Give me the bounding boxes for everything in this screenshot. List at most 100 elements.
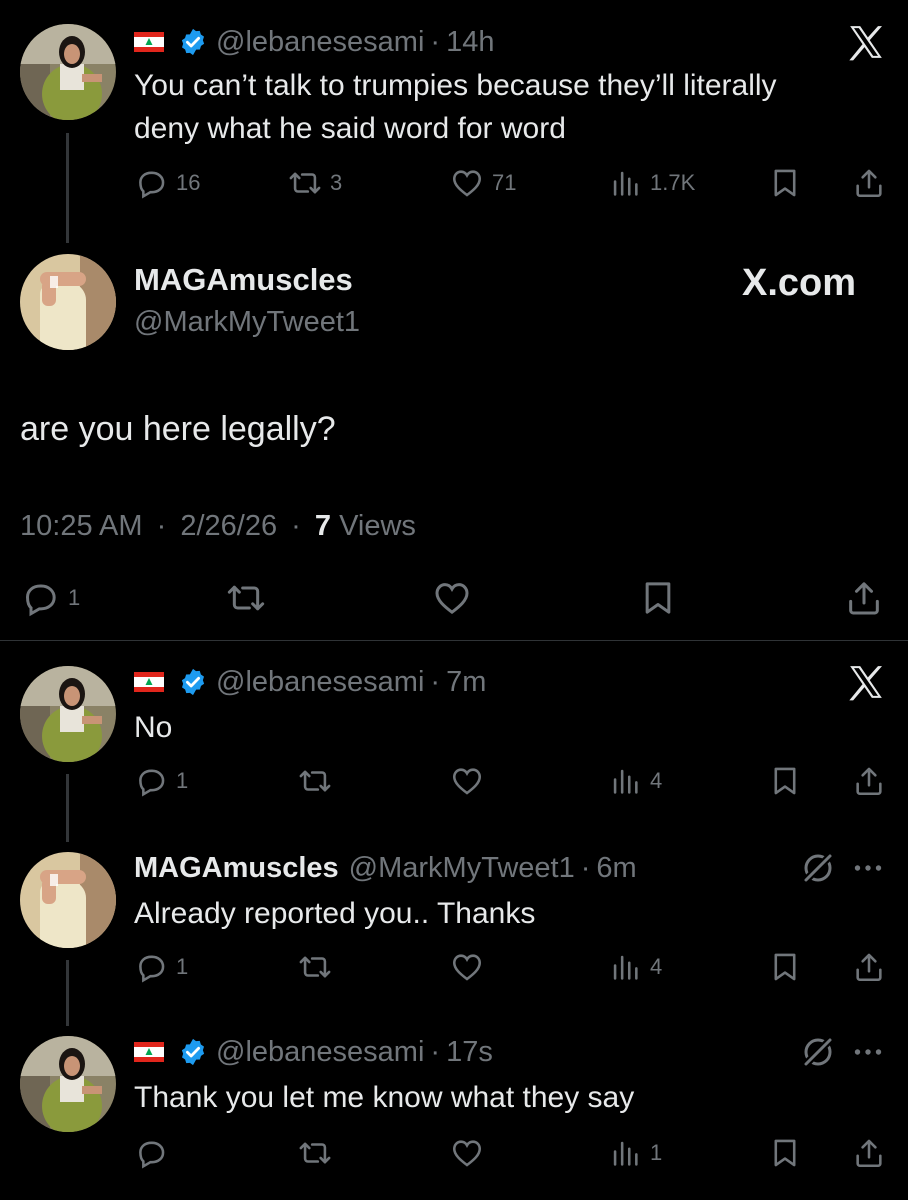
verified-badge-icon — [178, 1037, 208, 1067]
more-options-icon[interactable] — [850, 850, 886, 886]
handle[interactable]: @MarkMyTweet1 — [349, 852, 575, 885]
share-button[interactable] — [852, 764, 886, 798]
bookmark-button[interactable] — [768, 166, 802, 200]
views-button[interactable]: 1.7K — [608, 166, 695, 200]
views-button[interactable]: 4 — [608, 950, 662, 984]
thread-connector-line — [66, 774, 69, 842]
reply-icon — [20, 578, 60, 618]
retweet-button[interactable] — [226, 578, 266, 618]
views-icon — [608, 950, 642, 984]
avatar[interactable] — [20, 254, 116, 350]
retweet-icon — [288, 166, 322, 200]
author-handle[interactable]: @MarkMyTweet1 — [134, 306, 360, 339]
avatar[interactable] — [20, 852, 116, 948]
bookmark-icon — [768, 1136, 802, 1170]
like-button[interactable] — [432, 578, 472, 618]
share-icon — [852, 1136, 886, 1170]
bookmark-button[interactable] — [768, 764, 802, 798]
tweet-text: are you here legally? — [20, 410, 336, 448]
bookmark-icon — [768, 166, 802, 200]
tweet-time[interactable]: 10:25 AM — [20, 510, 143, 542]
more-options-icon[interactable] — [850, 1034, 886, 1070]
avatar[interactable] — [20, 24, 116, 120]
reply-button[interactable]: 1 — [134, 950, 188, 984]
share-button[interactable] — [852, 166, 886, 200]
tweet-header: @lebanesesami · 7m — [134, 662, 486, 702]
share-button[interactable] — [852, 950, 886, 984]
share-icon — [844, 578, 884, 618]
views-count: 4 — [650, 768, 663, 793]
separator: · — [291, 510, 301, 542]
like-count: 71 — [492, 170, 517, 195]
x-logo-icon — [846, 22, 886, 62]
reply-count: 1 — [68, 585, 81, 610]
share-button[interactable] — [852, 1136, 886, 1170]
like-button[interactable] — [450, 950, 484, 984]
timestamp[interactable]: 14h — [446, 26, 494, 59]
retweet-button[interactable] — [298, 764, 332, 798]
like-button[interactable] — [450, 764, 484, 798]
share-icon — [852, 166, 886, 200]
author-name[interactable]: MAGAmuscles — [134, 262, 353, 298]
verified-badge-icon — [178, 27, 208, 57]
retweet-icon — [298, 950, 332, 984]
reply-icon — [134, 166, 168, 200]
separator: · — [580, 851, 591, 884]
timestamp[interactable]: 7m — [446, 666, 486, 699]
views-count: 1.7K — [650, 170, 696, 195]
bookmark-button[interactable] — [768, 950, 802, 984]
tweet-text-line: deny what he said word for word — [134, 112, 566, 145]
bookmark-icon — [768, 764, 802, 798]
reply-button[interactable]: 1 — [20, 578, 80, 618]
verified-badge-icon — [178, 667, 208, 697]
bookmark-button[interactable] — [768, 1136, 802, 1170]
retweet-count: 3 — [330, 170, 343, 195]
reply-button[interactable] — [134, 1136, 168, 1170]
views-button[interactable]: 1 — [608, 1136, 662, 1170]
separator: · — [156, 510, 167, 542]
avatar[interactable] — [20, 1036, 116, 1132]
heart-icon — [450, 764, 484, 798]
reply-count: 1 — [176, 954, 189, 979]
timestamp[interactable]: 6m — [596, 852, 636, 885]
retweet-button[interactable]: 3 — [288, 166, 342, 200]
divider — [0, 640, 908, 641]
retweet-icon — [226, 578, 266, 618]
timestamp[interactable]: 17s — [446, 1036, 493, 1069]
heart-icon — [450, 1136, 484, 1170]
heart-icon — [450, 166, 484, 200]
share-icon — [852, 764, 886, 798]
tweet-text: You can’t talk to trumpies because they’… — [134, 64, 777, 150]
reply-button[interactable]: 1 — [134, 764, 188, 798]
tweet-meta: 10:25 AM · 2/26/26 · 7 Views — [20, 510, 416, 543]
share-icon — [852, 950, 886, 984]
separator: · — [430, 25, 441, 58]
lebanon-flag-icon — [134, 32, 164, 52]
bookmark-icon — [638, 578, 678, 618]
share-button[interactable] — [844, 578, 884, 618]
views-icon — [608, 764, 642, 798]
tweet-text: Already reported you.. Thanks — [134, 897, 536, 930]
retweet-button[interactable] — [298, 1136, 332, 1170]
handle[interactable]: @lebanesesami — [216, 1036, 424, 1069]
x-logo-icon — [846, 662, 886, 702]
like-button[interactable] — [450, 1136, 484, 1170]
handle[interactable]: @lebanesesami — [216, 26, 424, 59]
reply-icon — [134, 1136, 168, 1170]
reply-count: 1 — [176, 768, 189, 793]
views-count: 1 — [650, 1140, 663, 1165]
bookmark-button[interactable] — [638, 578, 678, 618]
retweet-button[interactable] — [298, 950, 332, 984]
grok-icon[interactable] — [800, 1034, 836, 1070]
grok-icon[interactable] — [800, 850, 836, 886]
avatar[interactable] — [20, 666, 116, 762]
handle[interactable]: @lebanesesami — [216, 666, 424, 699]
author-name[interactable]: MAGAmuscles — [134, 852, 339, 885]
views-count[interactable]: 7 — [315, 510, 331, 542]
tweet-date[interactable]: 2/26/26 — [180, 510, 277, 542]
views-button[interactable]: 4 — [608, 764, 662, 798]
tweet-header: MAGAmuscles @MarkMyTweet1 · 6m — [134, 848, 637, 888]
like-button[interactable]: 71 — [450, 166, 516, 200]
thread-connector-line — [66, 133, 69, 243]
reply-button[interactable]: 16 — [134, 166, 200, 200]
